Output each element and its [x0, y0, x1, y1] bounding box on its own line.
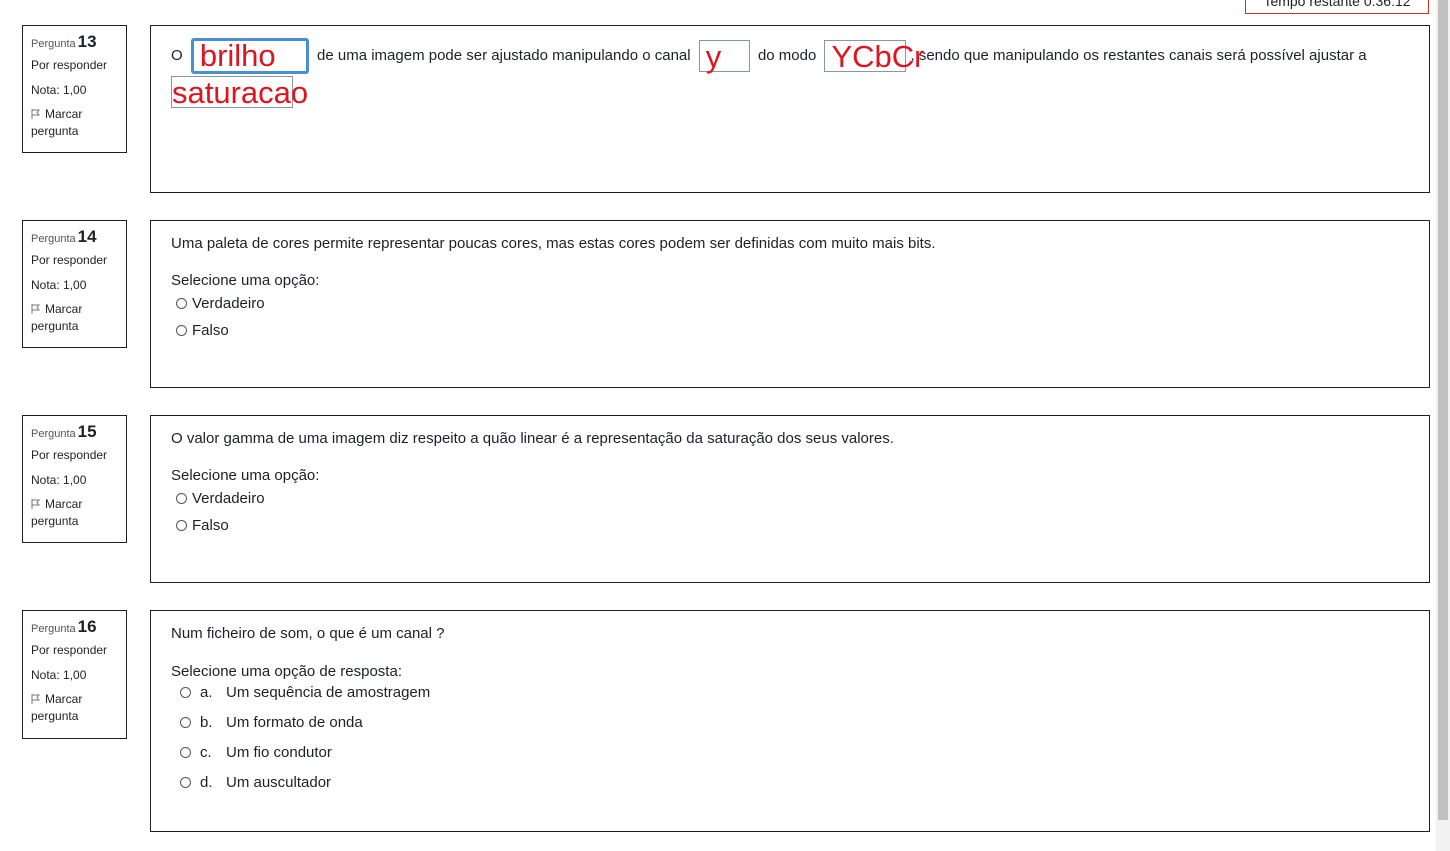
answer-blank-4[interactable]: saturacao: [171, 76, 308, 109]
radio-button[interactable]: [176, 520, 187, 531]
question-text: Num ficheiro de som, o que é um canal ?: [171, 625, 445, 642]
option-c[interactable]: c. Um fio condutor: [171, 744, 1409, 761]
question-content-15: O valor gamma de uma imagem diz respeito…: [150, 415, 1430, 583]
radio-button[interactable]: [176, 298, 187, 309]
question-state: Por responder: [31, 253, 108, 267]
question-grade: Nota: 1,00: [31, 473, 87, 487]
time-remaining: Tempo restante 0:36:12: [1245, 0, 1429, 14]
flag-question-link[interactable]: Marcar pergunta: [31, 691, 126, 725]
question-number: Pergunta 15: [31, 422, 97, 441]
question-state: Por responder: [31, 58, 108, 72]
question-number: Pergunta 16: [31, 617, 97, 636]
question-state: Por responder: [31, 448, 108, 462]
flag-icon: [31, 694, 41, 704]
question-grade: Nota: 1,00: [31, 83, 87, 97]
answer-blank-3[interactable]: YCbCr: [824, 40, 925, 73]
question-text: O valor gamma de uma imagem diz respeito…: [171, 430, 894, 447]
answer-prompt: Selecione uma opção:: [171, 272, 320, 289]
answer-blank-1[interactable]: brilho: [190, 38, 309, 75]
question-number: Pergunta 14: [31, 227, 97, 246]
flag-question-link[interactable]: Marcar pergunta: [31, 496, 126, 530]
question-text: Uma paleta de cores permite representar …: [171, 235, 936, 252]
radio-button[interactable]: [176, 493, 187, 504]
question-info-16: Pergunta 16 Por responder Nota: 1,00 Marc…: [22, 610, 127, 739]
flag-icon: [31, 499, 41, 509]
scrollbar-thumb[interactable]: [1438, 0, 1448, 820]
flag-icon: [31, 109, 41, 119]
question-info-13: Pergunta 13 Por responder Nota: 1,00 Marc…: [22, 25, 127, 153]
option-a[interactable]: a. Um sequência de amostragem: [171, 684, 1409, 701]
question-content-16: Num ficheiro de som, o que é um canal ? …: [150, 610, 1430, 832]
flag-question-link[interactable]: Marcar pergunta: [31, 106, 126, 140]
question-content-14: Uma paleta de cores permite representar …: [150, 220, 1430, 388]
radio-button[interactable]: [180, 687, 191, 698]
option-d[interactable]: d. Um auscultador: [171, 774, 1409, 791]
question-text: O brilho de uma imagem pode ser ajustado…: [171, 38, 1367, 111]
option-b[interactable]: b. Um formato de onda: [171, 714, 1409, 731]
flag-icon: [31, 304, 41, 314]
answer-prompt: Selecione uma opção de resposta:: [171, 663, 402, 680]
question-state: Por responder: [31, 643, 108, 657]
flag-question-link[interactable]: Marcar pergunta: [31, 301, 126, 335]
radio-button[interactable]: [180, 777, 191, 788]
option-true[interactable]: Verdadeiro: [171, 490, 1409, 507]
radio-button[interactable]: [180, 747, 191, 758]
radio-button[interactable]: [176, 325, 187, 336]
question-grade: Nota: 1,00: [31, 668, 87, 682]
answer-blank-2[interactable]: y: [698, 40, 750, 73]
radio-button[interactable]: [180, 717, 191, 728]
question-grade: Nota: 1,00: [31, 278, 87, 292]
question-info-14: Pergunta 14 Por responder Nota: 1,00 Marc…: [22, 220, 127, 348]
question-info-15: Pergunta 15 Por responder Nota: 1,00 Marc…: [22, 415, 127, 543]
option-false[interactable]: Falso: [171, 322, 1409, 339]
answer-prompt: Selecione uma opção:: [171, 467, 320, 484]
question-content-13: O brilho de uma imagem pode ser ajustado…: [150, 25, 1430, 193]
option-false[interactable]: Falso: [171, 517, 1409, 534]
question-number: Pergunta 13: [31, 32, 97, 51]
option-true[interactable]: Verdadeiro: [171, 295, 1409, 312]
